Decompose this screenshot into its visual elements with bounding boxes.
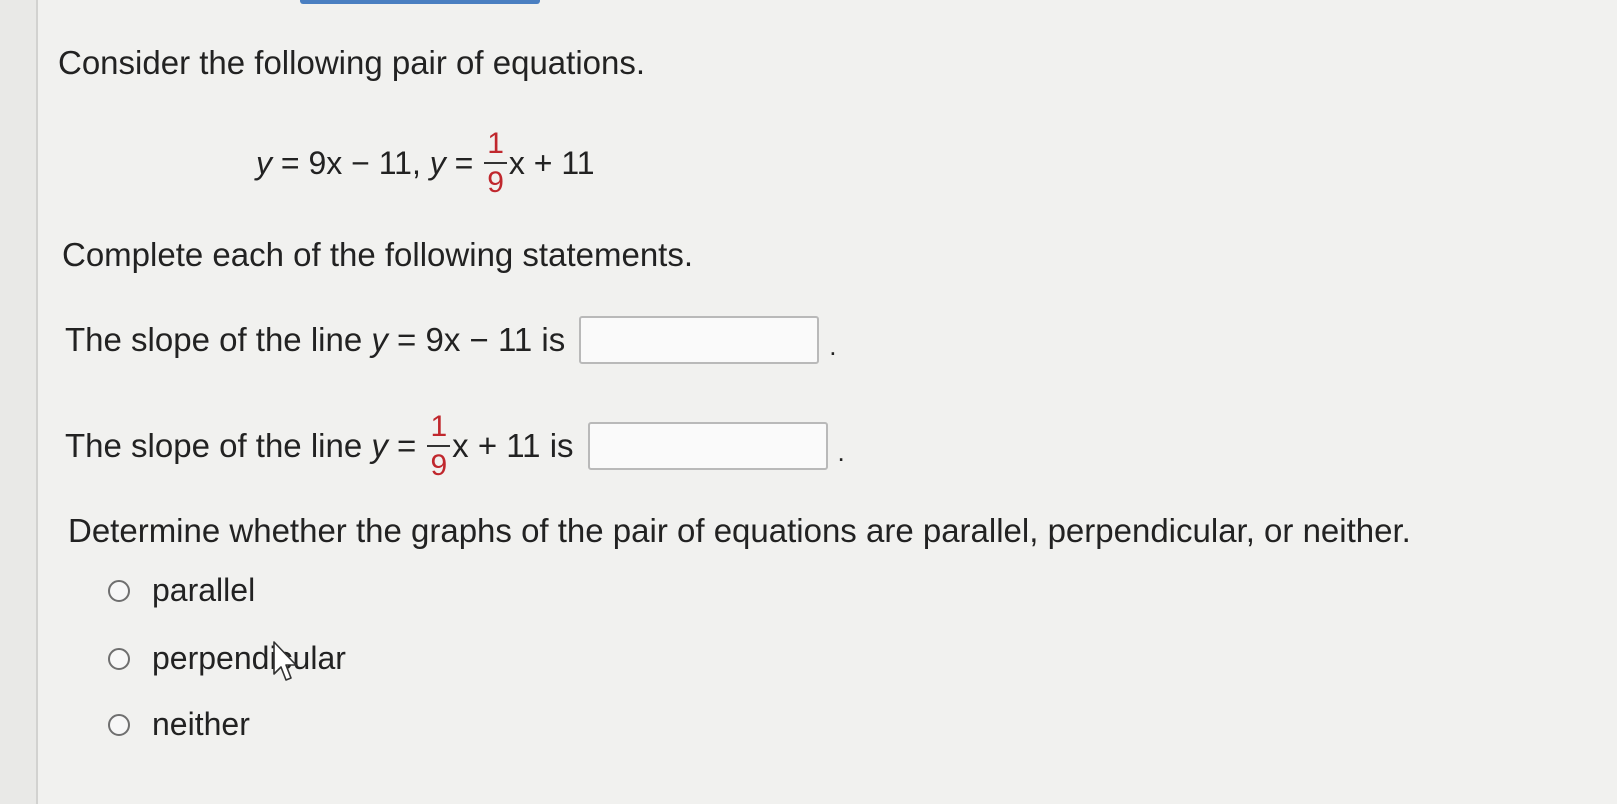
intro-text: Consider the following pair of equations…	[58, 44, 646, 81]
option-perpendicular[interactable]: perpendicular	[108, 640, 346, 677]
slope-2-answer-input[interactable]	[587, 422, 828, 470]
statement2-tail: x + 11 is	[452, 427, 574, 464]
eq2-lhs: y	[429, 144, 446, 181]
top-tab-indicator	[300, 0, 540, 4]
radio-neither[interactable]	[108, 713, 130, 736]
eq1-lhs: y	[256, 144, 272, 181]
equation-pair: y = 9x − 11, y = 1 9 x + 11	[256, 118, 595, 208]
fraction-denominator: 9	[487, 165, 504, 199]
fraction-denominator: 9	[430, 448, 448, 482]
determine-text: Determine whether the graphs of the pair…	[68, 512, 1411, 549]
statement2-period: .	[837, 436, 845, 467]
statement1-rest: = 9x − 11 is	[387, 321, 566, 358]
statement-slope-1: The slope of the line y = 9x − 11 is .	[65, 310, 836, 370]
option-neither[interactable]: neither	[108, 706, 250, 743]
instructions-text: Complete each of the following statement…	[62, 236, 694, 273]
fraction-numerator: 1	[427, 411, 451, 447]
statement2-fraction: 1 9	[427, 411, 451, 482]
statement2-eq: =	[387, 427, 426, 464]
radio-parallel[interactable]	[108, 579, 130, 602]
statement1-var: y	[371, 321, 388, 358]
option-neither-label: neither	[152, 706, 250, 742]
statement1-prefix: The slope of the line	[65, 321, 372, 358]
eq1-rest: = 9x − 11,	[272, 144, 430, 181]
statement-slope-2: The slope of the line y = 1 9 x + 11 is …	[65, 398, 845, 494]
statement1-period: .	[829, 330, 837, 361]
option-perpendicular-label: perpendicular	[152, 640, 346, 676]
option-parallel-label: parallel	[152, 572, 256, 608]
eq2-eq: =	[445, 144, 483, 181]
eq2-tail: x + 11	[508, 144, 595, 181]
slope-1-answer-input[interactable]	[579, 316, 820, 364]
fraction-numerator: 1	[484, 128, 507, 164]
statement2-var: y	[371, 427, 388, 464]
statement2-prefix: The slope of the line	[65, 427, 372, 464]
option-parallel[interactable]: parallel	[108, 572, 255, 609]
radio-perpendicular[interactable]	[108, 647, 130, 670]
eq2-fraction: 1 9	[484, 128, 507, 199]
mouse-cursor-icon	[273, 641, 297, 681]
